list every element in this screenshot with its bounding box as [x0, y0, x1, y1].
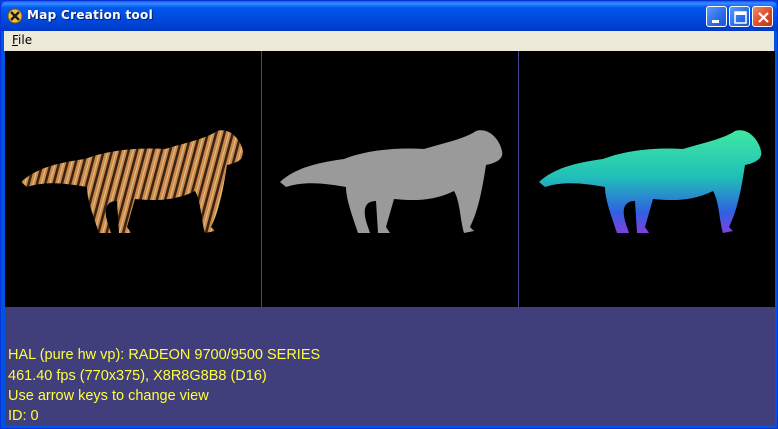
- tiger-normalmap-shape: [539, 130, 762, 233]
- menu-bar: File: [4, 31, 774, 51]
- tiger-textured-view: [21, 130, 244, 233]
- close-icon: [758, 12, 769, 23]
- app-window: Map Creation tool File HAL (pure hw vp):…: [0, 0, 778, 429]
- minimize-icon: [712, 20, 719, 23]
- menu-file-rest: ile: [18, 33, 33, 47]
- tiger-heightmap-view: [280, 130, 503, 233]
- tiger-heightmap-shape: [280, 130, 503, 233]
- view-id-text: ID: 0: [8, 408, 39, 424]
- menu-file[interactable]: File: [12, 33, 32, 47]
- tiger-textured-shape: [21, 130, 244, 233]
- instructions-text: Use arrow keys to change view: [8, 388, 209, 404]
- device-info-text: HAL (pure hw vp): RADEON 9700/9500 SERIE…: [8, 347, 321, 363]
- info-panel: HAL (pure hw vp): RADEON 9700/9500 SERIE…: [5, 307, 775, 426]
- minimize-button[interactable]: [706, 6, 727, 27]
- tiger-normalmap-view: [539, 130, 762, 233]
- maximize-button[interactable]: [729, 6, 750, 27]
- fps-info-text: 461.40 fps (770x375), X8R8G8B8 (D16): [8, 368, 267, 384]
- app-icon: [7, 8, 23, 24]
- window-title: Map Creation tool: [27, 8, 154, 22]
- maximize-icon: [734, 11, 747, 24]
- render-viewport[interactable]: [5, 51, 775, 307]
- close-button[interactable]: [752, 6, 773, 27]
- title-bar[interactable]: Map Creation tool: [1, 1, 777, 31]
